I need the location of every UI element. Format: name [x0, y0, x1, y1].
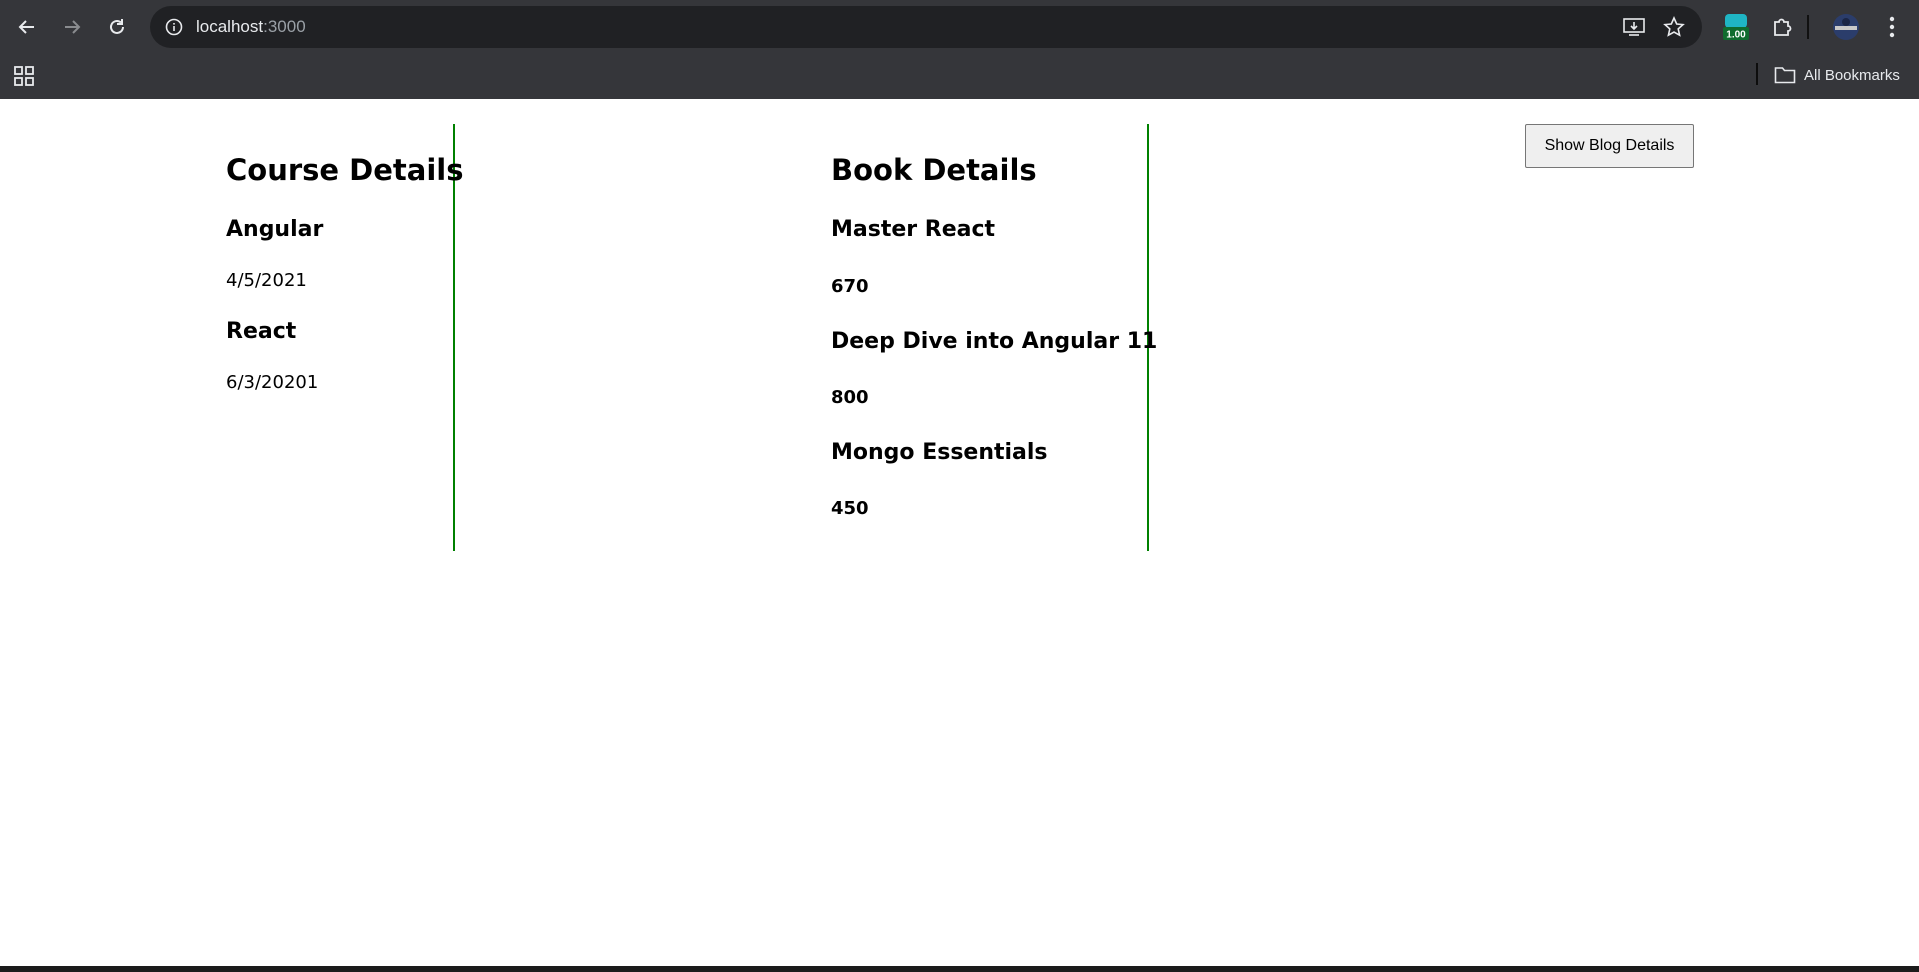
avatar-icon [1833, 14, 1859, 40]
apps-grid-icon[interactable] [12, 64, 36, 88]
reload-icon [110, 19, 124, 34]
address-bar[interactable]: localhost:3000 [150, 6, 1702, 48]
extension-icon[interactable]: 1.00 [1720, 10, 1752, 44]
course-date: 6/3/20201 [226, 372, 319, 393]
show-blog-details-button[interactable]: Show Blog Details [1525, 124, 1694, 168]
course-date: 4/5/2021 [226, 270, 307, 291]
course-name: Angular [226, 217, 324, 242]
window-bottom-edge [0, 966, 1919, 972]
book-name: Mongo Essentials [831, 440, 1048, 465]
book-details-title: Book Details [831, 153, 1037, 187]
page-content: Course Details Angular 4/5/2021 React 6/… [0, 99, 1919, 966]
course-name: React [226, 319, 297, 344]
url-port: :3000 [263, 17, 306, 36]
site-info-icon[interactable] [162, 15, 186, 39]
chrome-menu-button[interactable] [1877, 12, 1907, 42]
all-bookmarks-button[interactable]: All Bookmarks [1774, 62, 1900, 88]
more-vert-icon [1889, 16, 1895, 38]
course-details-title: Course Details [226, 153, 464, 187]
book-price: 670 [831, 276, 869, 297]
forward-button[interactable] [54, 9, 90, 45]
profile-avatar[interactable] [1831, 12, 1861, 42]
book-price: 800 [831, 387, 869, 408]
all-bookmarks-label: All Bookmarks [1804, 66, 1900, 84]
book-name: Master React [831, 217, 996, 242]
bookmarks-bar: All Bookmarks [0, 54, 1919, 99]
reload-button[interactable] [99, 9, 135, 45]
book-details-panel: Book Details Master React 670 Deep Dive … [831, 124, 1157, 551]
url-host: localhost [196, 17, 264, 36]
install-app-icon[interactable] [1622, 15, 1646, 39]
url-text[interactable]: localhost:3000 [196, 17, 306, 37]
extension-badge: 1.00 [1726, 30, 1746, 41]
course-details-panel: Course Details Angular 4/5/2021 React 6/… [226, 124, 464, 551]
extensions-puzzle-icon[interactable] [1767, 12, 1797, 42]
back-button[interactable] [9, 9, 45, 45]
book-name: Deep Dive into Angular 11 [831, 329, 1158, 354]
bookmark-star-icon[interactable] [1662, 15, 1686, 39]
toolbar-separator [1807, 15, 1809, 39]
browser-toolbar: localhost:3000 1.00 [0, 0, 1919, 54]
bookmarks-separator [1756, 63, 1758, 85]
book-price: 450 [831, 498, 869, 519]
folder-icon [1774, 67, 1796, 84]
back-arrow-icon [18, 20, 34, 34]
forward-arrow-icon [65, 20, 81, 34]
